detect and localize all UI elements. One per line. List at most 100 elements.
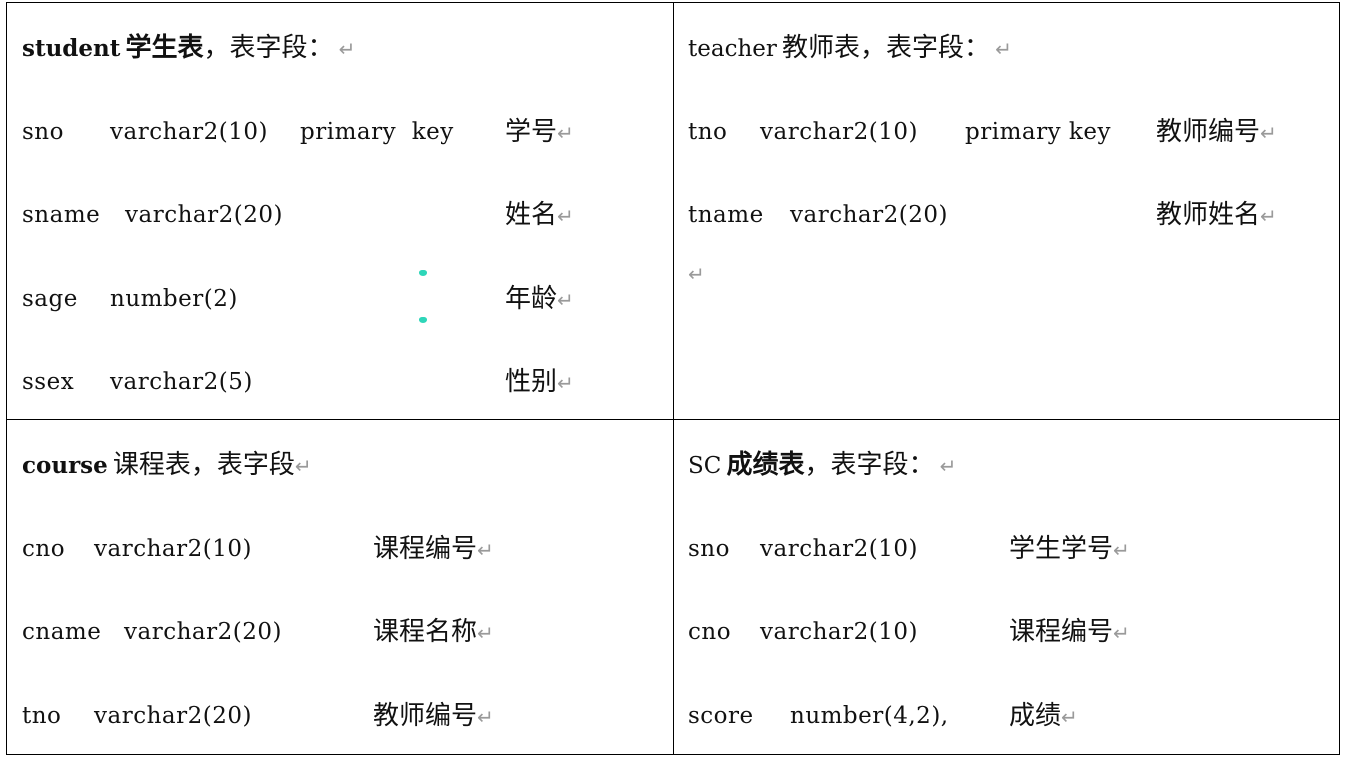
- field-extra: primary key: [300, 119, 454, 145]
- student-field-sname: sname varchar2(20): [22, 195, 283, 235]
- field-desc: 年龄: [505, 284, 558, 314]
- field-name: sno: [688, 536, 730, 562]
- field-name: ssex: [22, 369, 75, 395]
- student-title-cn: 学生表: [125, 33, 204, 63]
- paragraph-mark: ↵: [294, 454, 312, 478]
- field-desc: 教师姓名: [1156, 200, 1261, 230]
- teacher-field-tno: tno varchar2(10) primary key: [688, 112, 1111, 152]
- field-type: number(2): [110, 286, 238, 312]
- field-type: varchar2(20): [790, 202, 948, 228]
- paragraph-mark: ↵: [557, 204, 574, 228]
- course-title-name: course: [22, 452, 108, 479]
- teacher-empty-line: ↵: [688, 254, 705, 294]
- paragraph-mark: ↵: [557, 371, 574, 395]
- student-title-rest: ，表字段：: [203, 33, 334, 63]
- course-field-tno: tno varchar2(20): [22, 696, 252, 736]
- student-field-sage: sage number(2): [22, 279, 238, 319]
- course-field-cname-desc: 课程名称↵: [373, 612, 494, 653]
- paragraph-mark: ↵: [995, 37, 1012, 61]
- field-desc: 姓名: [505, 200, 558, 230]
- field-desc: 学号: [505, 117, 558, 147]
- sc-field-sno: sno varchar2(10): [688, 529, 918, 569]
- paragraph-mark: ↵: [1260, 204, 1277, 228]
- paragraph-mark: ↵: [477, 538, 494, 562]
- selection-marker-top: [419, 270, 427, 276]
- student-field-sno: sno varchar2(10) primary key: [22, 112, 454, 152]
- column-divider: [673, 3, 674, 754]
- schema-table: student 学生表，表字段： ↵ sno varchar2(10) primar…: [6, 2, 1340, 755]
- field-name: score: [688, 703, 754, 729]
- sc-field-score: score number(4,2),: [688, 696, 949, 736]
- field-desc: 性别: [505, 367, 558, 397]
- field-desc: 成绩: [1009, 701, 1062, 731]
- field-desc: 教师编号: [1156, 117, 1261, 147]
- field-name: tno: [688, 119, 728, 145]
- teacher-title: teacher 教师表，表字段： ↵: [688, 28, 1012, 68]
- course-title: course 课程表，表字段↵: [22, 445, 312, 485]
- student-field-sno-desc: 学号↵: [505, 112, 574, 153]
- field-extra: primary key: [965, 119, 1111, 145]
- paragraph-mark: ↵: [1113, 538, 1130, 562]
- field-name: cno: [688, 619, 732, 645]
- row-divider: [7, 419, 1339, 420]
- course-field-cno-desc: 课程编号↵: [373, 529, 494, 570]
- paragraph-mark: ↵: [557, 121, 574, 145]
- field-name: cname: [22, 619, 102, 645]
- course-field-tno-desc: 教师编号↵: [373, 696, 494, 737]
- field-type: varchar2(20): [125, 202, 283, 228]
- sc-title-cn: 成绩表: [726, 450, 805, 480]
- course-field-cname: cname varchar2(20): [22, 612, 282, 652]
- field-name: tno: [22, 703, 62, 729]
- paragraph-mark: ↵: [939, 454, 957, 478]
- field-type: number(4,2),: [790, 703, 949, 729]
- field-name: sno: [22, 119, 64, 145]
- sc-title-name: SC: [688, 453, 722, 479]
- paragraph-mark: ↵: [477, 621, 494, 645]
- teacher-title-name: teacher: [688, 36, 777, 62]
- field-type: varchar2(5): [110, 369, 253, 395]
- teacher-title-cn: 教师表: [781, 33, 860, 63]
- sc-table-cell: SC 成绩表，表字段： ↵ sno varchar2(10) 学生学号↵ cno v…: [688, 445, 1328, 751]
- sc-title-rest: ，表字段：: [804, 450, 935, 480]
- paragraph-mark: ↵: [338, 37, 356, 61]
- course-table-cell: course 课程表，表字段↵ cno varchar2(10) 课程编号↵ cn…: [22, 445, 662, 751]
- sc-field-cno-desc: 课程编号↵: [1009, 612, 1130, 653]
- sc-field-sno-desc: 学生学号↵: [1009, 529, 1130, 570]
- student-field-ssex-desc: 性别↵: [505, 362, 574, 403]
- student-field-ssex: ssex varchar2(5): [22, 362, 253, 402]
- teacher-table-cell: teacher 教师表，表字段： ↵ tno varchar2(10) primar…: [688, 28, 1328, 418]
- paragraph-mark: ↵: [557, 288, 574, 312]
- field-desc: 课程名称: [373, 617, 478, 647]
- field-name: cno: [22, 536, 66, 562]
- course-title-rest: ，表字段: [190, 450, 295, 480]
- field-name: sage: [22, 286, 78, 312]
- sc-field-score-desc: 成绩↵: [1009, 696, 1078, 737]
- field-name: sname: [22, 202, 101, 228]
- field-type: varchar2(10): [760, 119, 918, 145]
- student-field-sname-desc: 姓名↵: [505, 195, 574, 236]
- field-desc: 学生学号: [1009, 534, 1114, 564]
- paragraph-mark: ↵: [1113, 621, 1130, 645]
- field-type: varchar2(10): [760, 619, 918, 645]
- paragraph-mark: ↵: [1260, 121, 1277, 145]
- teacher-field-tname: tname varchar2(20): [688, 195, 948, 235]
- student-field-sage-desc: 年龄↵: [505, 279, 574, 320]
- field-type: varchar2(10): [110, 119, 268, 145]
- field-type: varchar2(20): [94, 703, 252, 729]
- paragraph-mark: ↵: [1061, 705, 1078, 729]
- teacher-field-tname-desc: 教师姓名↵: [1156, 195, 1277, 236]
- teacher-field-tno-desc: 教师编号↵: [1156, 112, 1277, 153]
- field-type: varchar2(10): [760, 536, 918, 562]
- field-type: varchar2(20): [124, 619, 282, 645]
- field-name: tname: [688, 202, 764, 228]
- sc-title: SC 成绩表，表字段： ↵: [688, 445, 956, 485]
- field-desc: 教师编号: [373, 701, 478, 731]
- field-desc: 课程编号: [1009, 617, 1114, 647]
- field-type: varchar2(10): [94, 536, 252, 562]
- course-title-cn: 课程表: [112, 450, 191, 480]
- student-title: student 学生表，表字段： ↵: [22, 28, 355, 68]
- paragraph-mark: ↵: [477, 705, 494, 729]
- teacher-title-rest: ，表字段：: [859, 33, 990, 63]
- field-desc: 课程编号: [373, 534, 478, 564]
- paragraph-mark: ↵: [688, 262, 705, 286]
